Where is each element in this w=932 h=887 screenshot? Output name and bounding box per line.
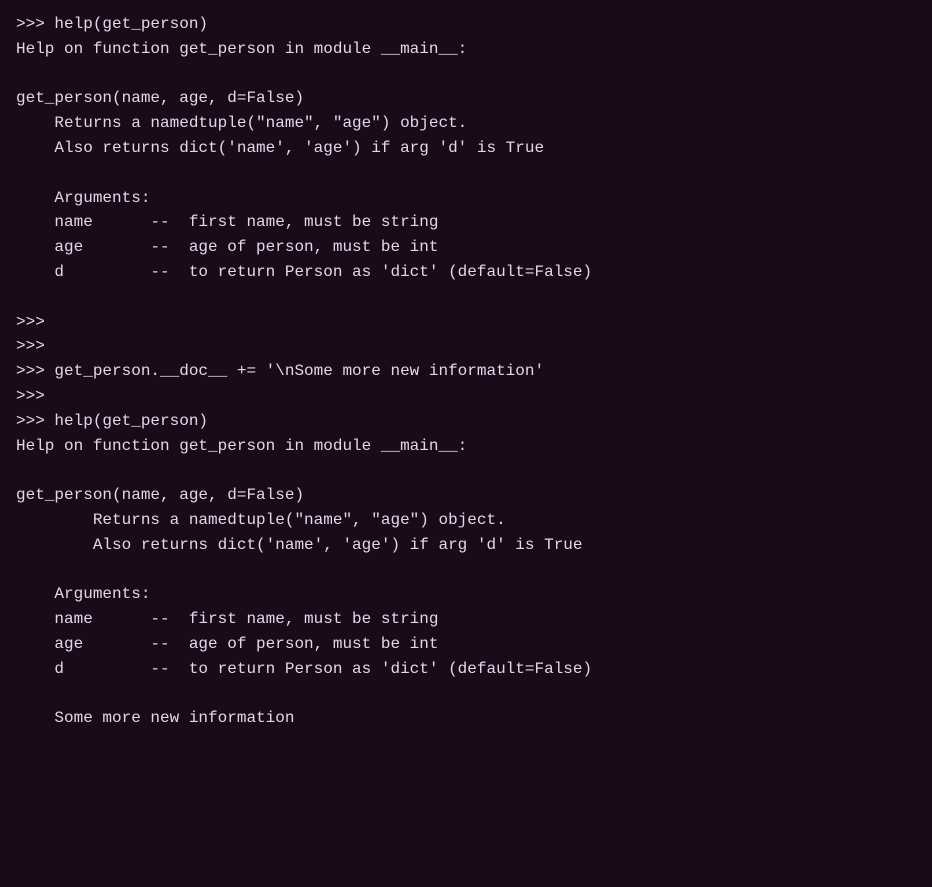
blank-line xyxy=(16,682,916,707)
blank-line xyxy=(16,558,916,583)
terminal-line: Arguments: xyxy=(16,186,916,211)
terminal-line: Help on function get_person in module __… xyxy=(16,37,916,62)
terminal-line: >>> get_person.__doc__ += '\nSome more n… xyxy=(16,359,916,384)
terminal-output: >>> help(get_person)Help on function get… xyxy=(16,12,916,875)
terminal-line: >>> help(get_person) xyxy=(16,409,916,434)
terminal-line: Also returns dict('name', 'age') if arg … xyxy=(16,533,916,558)
terminal-line: Some more new information xyxy=(16,706,916,731)
blank-line xyxy=(16,62,916,87)
terminal-line: >>> xyxy=(16,384,916,409)
terminal-line: age -- age of person, must be int xyxy=(16,235,916,260)
terminal-line: get_person(name, age, d=False) xyxy=(16,483,916,508)
terminal-line: Arguments: xyxy=(16,582,916,607)
terminal-line: >>> xyxy=(16,310,916,335)
blank-line xyxy=(16,285,916,310)
terminal-line: name -- first name, must be string xyxy=(16,607,916,632)
terminal-line: Returns a namedtuple("name", "age") obje… xyxy=(16,508,916,533)
terminal-line: >>> help(get_person) xyxy=(16,12,916,37)
terminal-line: Returns a namedtuple("name", "age") obje… xyxy=(16,111,916,136)
terminal-line: Also returns dict('name', 'age') if arg … xyxy=(16,136,916,161)
terminal-line: get_person(name, age, d=False) xyxy=(16,86,916,111)
terminal-line: d -- to return Person as 'dict' (default… xyxy=(16,657,916,682)
terminal-line: >>> xyxy=(16,334,916,359)
terminal-line: name -- first name, must be string xyxy=(16,210,916,235)
terminal-line: age -- age of person, must be int xyxy=(16,632,916,657)
blank-line xyxy=(16,458,916,483)
terminal-line: d -- to return Person as 'dict' (default… xyxy=(16,260,916,285)
blank-line xyxy=(16,161,916,186)
terminal-line: Help on function get_person in module __… xyxy=(16,434,916,459)
